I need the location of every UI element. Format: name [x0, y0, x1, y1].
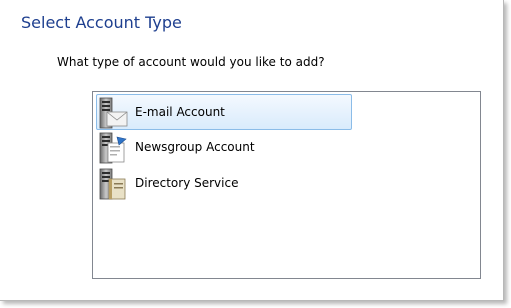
- account-type-list[interactable]: E-mail Account Newsgroup Account Directo…: [92, 91, 481, 279]
- account-type-label: Newsgroup Account: [135, 140, 255, 154]
- account-type-newsgroup[interactable]: Newsgroup Account: [97, 130, 351, 164]
- dialog-panel: Select Account Type What type of account…: [0, 0, 504, 301]
- account-type-label: E-mail Account: [135, 105, 225, 119]
- newsgroup-account-icon: [97, 131, 129, 164]
- dialog-title: Select Account Type: [21, 13, 182, 32]
- directory-service-icon: [97, 167, 129, 200]
- account-type-directory[interactable]: Directory Service: [97, 166, 351, 200]
- question-label: What type of account would you like to a…: [57, 55, 325, 69]
- email-account-icon: [97, 96, 129, 129]
- account-type-email[interactable]: E-mail Account: [96, 94, 352, 130]
- account-type-label: Directory Service: [135, 176, 239, 190]
